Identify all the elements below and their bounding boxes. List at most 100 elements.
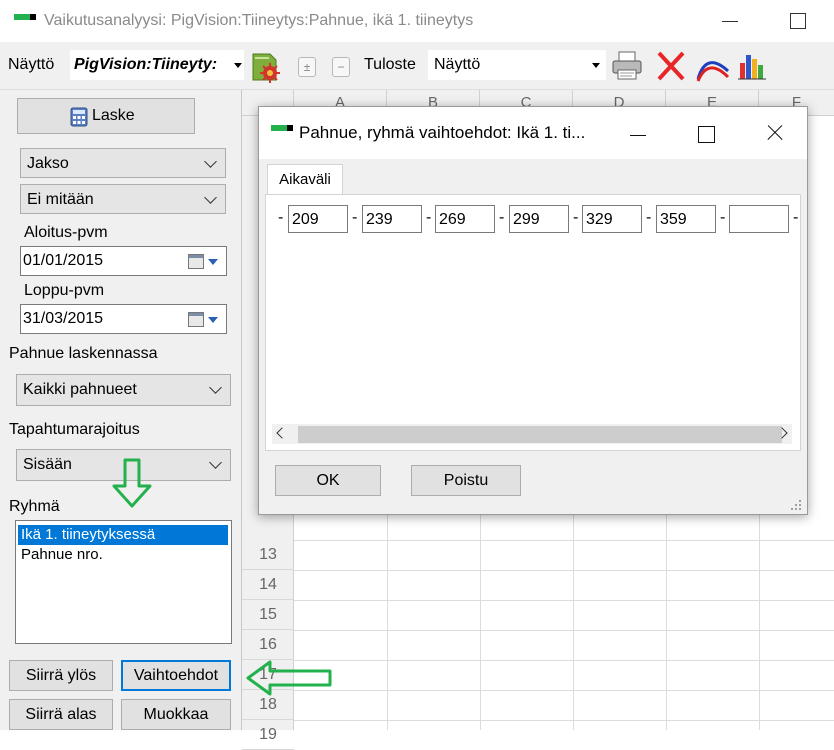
group-label: Ryhmä (9, 498, 60, 515)
chevron-down-icon (234, 63, 242, 68)
view-label: Näyttö (8, 56, 55, 73)
dialog-title: Pahnue, ryhmä vaihtoehdot: Ikä 1. ti... (299, 123, 586, 142)
separator-text: - (278, 209, 284, 226)
group-list[interactable]: Ikä 1. tiineytyksessä Pahnue nro. (15, 520, 232, 644)
tab-interval[interactable]: Aikaväli (267, 164, 343, 195)
row-header[interactable]: 16 (242, 630, 294, 660)
resize-grip-icon[interactable] (791, 500, 803, 512)
chevron-down-icon (204, 191, 217, 204)
minimize-icon[interactable] (623, 121, 653, 145)
calculate-button[interactable]: Laske (17, 98, 195, 134)
period-select-value: Jakso (27, 155, 69, 172)
close-red-icon[interactable] (654, 49, 688, 83)
edit-button[interactable]: Muokkaa (121, 699, 231, 730)
left-arrow-icon (246, 660, 332, 696)
end-date-picker[interactable]: 31/03/2015 (20, 304, 227, 334)
separator-text: - (793, 209, 799, 226)
range-input[interactable]: 359 (656, 205, 716, 233)
exit-button[interactable]: Poistu (411, 465, 521, 496)
event-limit-label: Tapahtumarajoitus (9, 421, 140, 438)
range-input[interactable]: 209 (288, 205, 348, 233)
event-limit-select-value: Sisään (23, 456, 72, 473)
start-date-label: Aloitus-pvm (24, 224, 108, 241)
period-select[interactable]: Jakso (20, 148, 226, 178)
calculate-label: Laske (92, 107, 135, 124)
range-input[interactable]: 299 (509, 205, 569, 233)
end-date-value: 31/03/2015 (23, 310, 104, 327)
separator-text: - (499, 209, 505, 226)
grid-line (294, 570, 834, 571)
window-title: Vaikutusanalyysi: PigVision:Tiineytys:Pa… (44, 12, 474, 29)
grid-line (294, 630, 834, 631)
output-select-value: Näyttö (434, 56, 481, 73)
expand-icon[interactable]: ± (298, 57, 316, 77)
chevron-down-icon (208, 259, 218, 265)
range-input[interactable]: 269 (435, 205, 495, 233)
grid-line (294, 720, 834, 721)
range-input[interactable]: 329 (582, 205, 642, 233)
toolbar: Näyttö PigVision:Tiineyty: ± − Tuloste N… (0, 42, 834, 90)
row-header[interactable]: 19 (242, 720, 294, 750)
separator-text: - (426, 209, 432, 226)
row-header[interactable]: 14 (242, 570, 294, 600)
close-icon[interactable] (759, 121, 789, 145)
dialog-titlebar: Pahnue, ryhmä vaihtoehdot: Ikä 1. ti... (259, 107, 807, 159)
chevron-down-icon (208, 317, 218, 323)
litters-label: Pahnue laskennassa (9, 345, 158, 362)
group-list-item[interactable]: Pahnue nro. (18, 545, 228, 565)
calculator-icon (70, 107, 88, 132)
app-logo-icon (271, 125, 293, 133)
litters-select[interactable]: Kaikki pahnueet (16, 374, 231, 406)
print-label: Tuloste (364, 56, 416, 73)
separator-text: - (646, 209, 652, 226)
chevron-down-icon (209, 456, 222, 469)
ok-button[interactable]: OK (275, 465, 381, 496)
output-select[interactable]: Näyttö (428, 50, 606, 80)
curve-chart-icon[interactable] (696, 49, 730, 83)
separator-text: - (720, 209, 726, 226)
options-dialog: Pahnue, ryhmä vaihtoehdot: Ikä 1. ti... … (258, 106, 808, 515)
chevron-down-icon (209, 381, 222, 394)
app-logo-icon (14, 14, 36, 26)
report-select[interactable]: PigVision:Tiineyty: (70, 50, 244, 80)
down-arrow-icon (112, 458, 152, 508)
start-date-value: 01/01/2015 (23, 252, 104, 269)
printer-icon[interactable] (610, 49, 644, 83)
chevron-left-icon[interactable] (276, 427, 288, 439)
maximize-icon[interactable] (784, 6, 814, 36)
move-down-button[interactable]: Siirrä alas (9, 699, 113, 730)
start-date-picker[interactable]: 01/01/2015 (20, 246, 227, 276)
range-input[interactable]: 239 (362, 205, 422, 233)
calendar-icon[interactable] (188, 312, 204, 327)
maximize-icon[interactable] (691, 121, 721, 145)
calendar-icon[interactable] (188, 254, 204, 269)
range-input[interactable] (729, 205, 789, 233)
report-select-value: PigVision:Tiineyty: (74, 56, 218, 73)
separator-text: - (573, 209, 579, 226)
secondary-select[interactable]: Ei mitään (20, 184, 226, 214)
collapse-icon[interactable]: − (332, 57, 350, 77)
separator-text: - (352, 209, 358, 226)
grid-line (294, 600, 834, 601)
grid-line (294, 660, 834, 661)
secondary-select-value: Ei mitään (27, 191, 94, 208)
group-list-item[interactable]: Ikä 1. tiineytyksessä (18, 525, 228, 545)
litters-select-value: Kaikki pahnueet (23, 381, 137, 398)
minimize-icon[interactable] (716, 6, 746, 36)
report-settings-icon[interactable] (250, 51, 282, 83)
end-date-label: Loppu-pvm (24, 282, 105, 299)
left-panel: Laske Jakso Ei mitään Aloitus-pvm 01/01/… (0, 90, 241, 730)
scrollbar-thumb[interactable] (298, 426, 782, 443)
chevron-down-icon (592, 63, 600, 68)
options-button[interactable]: Vaihtoehdot (121, 660, 231, 691)
interval-tab-page: - 209 - 239 - 269 - 299 - 329 - 359 - - (265, 194, 801, 451)
row-header[interactable]: 13 (242, 540, 294, 570)
row-header[interactable]: 15 (242, 600, 294, 630)
horizontal-scrollbar[interactable] (272, 424, 792, 444)
window-titlebar: Vaikutusanalyysi: PigVision:Tiineytys:Pa… (0, 0, 834, 42)
grid-line (294, 540, 834, 541)
grid-line (294, 690, 834, 691)
chevron-down-icon (204, 155, 217, 168)
bar-chart-icon[interactable] (736, 49, 770, 83)
move-up-button[interactable]: Siirrä ylös (9, 660, 113, 691)
